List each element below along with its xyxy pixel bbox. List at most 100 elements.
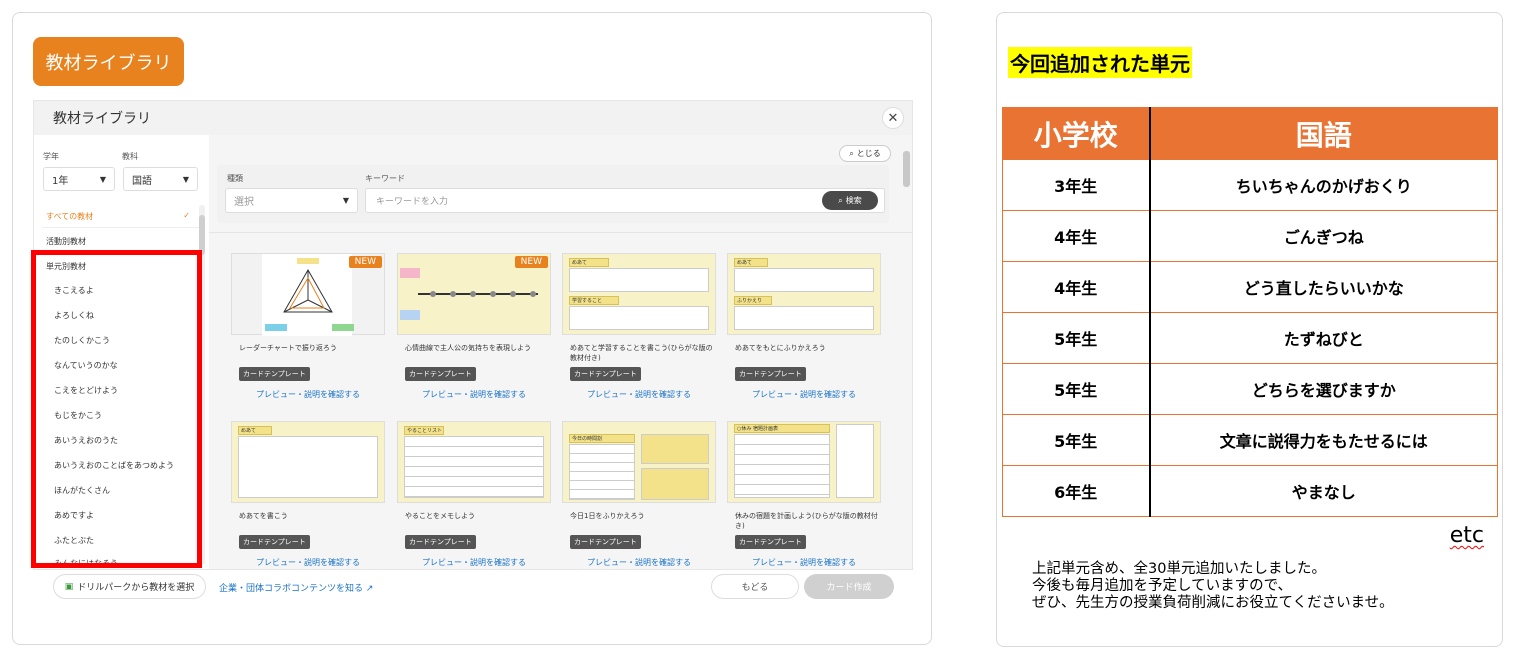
card-reflection[interactable]: めあて ふりかえり めあてをもとにふりかえろう カードテンプレート プレビュー・… xyxy=(727,253,881,403)
library-badge[interactable]: 教材ライブラリ xyxy=(33,37,184,86)
card-preview-link[interactable]: プレビュー・説明を確認する xyxy=(562,557,716,568)
card-thumbnail: ○休み 宿題計画表 xyxy=(727,421,881,503)
card-thumbnail: NEW xyxy=(397,253,551,335)
new-badge: NEW xyxy=(514,256,548,268)
search-button[interactable]: ⌕ 検索 xyxy=(822,191,878,210)
divider xyxy=(209,232,912,233)
table-row: 6年生 やまなし xyxy=(1002,465,1498,517)
table-row: 4年生 どう直したらいいかな xyxy=(1002,261,1498,313)
card-radar[interactable]: NEW レーダーチャートで振り返ろう カードテンプレート プレビュー・説明を確認… xyxy=(231,253,385,403)
card-preview-link[interactable]: プレビュー・説明を確認する xyxy=(727,557,881,568)
search-icon: ⌕ xyxy=(838,195,843,205)
grade-cell: 4年生 xyxy=(1002,210,1151,262)
new-badge: NEW xyxy=(348,256,382,268)
thumb-box xyxy=(734,306,874,330)
type-select[interactable]: 選択 ▼ xyxy=(225,188,358,213)
card-tag: カードテンプレート xyxy=(570,367,641,381)
card-preview-link[interactable]: プレビュー・説明を確認する xyxy=(562,389,716,400)
collapse-button[interactable]: ⌕ とじる xyxy=(839,145,891,162)
card-title: 休みの宿題を計画しよう(ひらがな版の教材付き) xyxy=(735,512,878,530)
thumb-box xyxy=(569,444,635,500)
check-icon: ✓ xyxy=(183,211,190,220)
card-preview-link[interactable]: プレビュー・説明を確認する xyxy=(397,389,551,400)
table-header-school: 小学校 xyxy=(1002,107,1151,160)
chevron-down-icon: ▼ xyxy=(342,196,349,205)
card-holiday-homework[interactable]: ○休み 宿題計画表 休みの宿題を計画しよう(ひらがな版の教材付き) カードテンプ… xyxy=(727,421,881,569)
card-tag: カードテンプレート xyxy=(239,367,310,381)
card-thumbnail: 今日の時間割 xyxy=(562,421,716,503)
grade-value: 1年 xyxy=(52,175,69,187)
drill-park-button[interactable]: ▣ ドリルパークから教材を選択 xyxy=(53,574,206,599)
thumb-box xyxy=(641,434,709,464)
card-preview-link[interactable]: プレビュー・説明を確認する xyxy=(397,557,551,568)
grade-cell: 3年生 xyxy=(1002,159,1151,211)
menu-all-label: すべての教材 xyxy=(46,212,94,221)
thumb-box xyxy=(734,434,830,498)
search-area: 種類 キーワード 選択 ▼ キーワードを入力 ⌕ 検索 xyxy=(217,165,889,223)
collab-label: 企業・団体コラボコンテンツを知る xyxy=(219,584,364,594)
card-tag: カードテンプレート xyxy=(570,535,641,549)
unit-cell: どう直したらいいかな xyxy=(1149,261,1498,313)
grade-cell: 5年生 xyxy=(1002,363,1151,415)
keyword-input[interactable]: キーワードを入力 xyxy=(365,188,885,213)
thumb-header: ○休み 宿題計画表 xyxy=(734,424,830,433)
main-scrollbar-thumb[interactable] xyxy=(903,151,910,187)
card-tag: カードテンプレート xyxy=(735,535,806,549)
card-todo-memo[interactable]: やることリスト やることをメモしよう カードテンプレート プレビュー・説明を確認… xyxy=(397,421,551,569)
search-button-label: 検索 xyxy=(845,196,862,205)
card-title: 心情曲線で主人公の気持ちを表現しよう xyxy=(405,344,531,352)
note-line: 上記単元含め、全30単元追加いたしました。 xyxy=(1032,561,1326,577)
table-row: 3年生 ちいちゃんのかげおくり xyxy=(1002,159,1498,211)
divider xyxy=(42,227,202,228)
thumb-box xyxy=(569,268,709,292)
thumb-box xyxy=(404,436,544,498)
card-thumbnail: めあて ふりかえり xyxy=(727,253,881,335)
grade-cell: 5年生 xyxy=(1002,414,1151,466)
modal-title: 教材ライブラリ xyxy=(53,111,151,127)
card-title: やることをメモしよう xyxy=(405,512,475,520)
card-today-reflection[interactable]: 今日の時間割 今日1日をふりかえろう カードテンプレート プレビュー・説明を確認… xyxy=(562,421,716,569)
thumb-header: やることリスト xyxy=(404,426,444,435)
thumb-header: めあて xyxy=(734,258,768,267)
card-preview-link[interactable]: プレビュー・説明を確認する xyxy=(727,389,881,400)
chevron-down-icon: ▼ xyxy=(182,175,189,184)
grade-cell: 4年生 xyxy=(1002,261,1151,313)
card-write-goal[interactable]: めあて めあてを書こう カードテンプレート プレビュー・説明を確認する xyxy=(231,421,385,569)
menu-all-materials[interactable]: すべての教材 ✓ xyxy=(34,211,204,222)
card-emotion-curve[interactable]: NEW 心情曲線で主人公の気持ちを表現しよう カードテンプレート プレビュー・説… xyxy=(397,253,551,403)
card-tag: カードテンプレート xyxy=(735,367,806,381)
thumb-header: 今日の時間割 xyxy=(569,434,635,443)
keyword-label: キーワード xyxy=(365,174,405,183)
card-thumbnail: やることリスト xyxy=(397,421,551,503)
list-icon: ▣ xyxy=(64,581,74,592)
right-panel: 今回追加された単元 小学校 国語 3年生 ちいちゃんのかげおくり 4年生 ごんぎつね… xyxy=(996,12,1503,647)
card-preview-link[interactable]: プレビュー・説明を確認する xyxy=(231,389,385,400)
menu-activity-materials[interactable]: 活動別教材 xyxy=(34,236,204,247)
chevron-down-icon: ▼ xyxy=(99,175,106,184)
grade-select[interactable]: 1年 ▼ xyxy=(43,167,115,191)
card-title: 今日1日をふりかえろう xyxy=(570,512,645,520)
card-thumbnail: めあて 学習すること xyxy=(562,253,716,335)
card-preview-link[interactable]: プレビュー・説明を確認する xyxy=(231,557,385,568)
subject-select[interactable]: 国語 ▼ xyxy=(123,167,198,191)
collapse-label: とじる xyxy=(856,149,881,158)
type-label: 種類 xyxy=(227,174,243,183)
collab-link[interactable]: 企業・団体コラボコンテンツを知る ↗ xyxy=(219,581,373,594)
create-card-button[interactable]: カード作成 xyxy=(804,574,894,599)
search-icon: ⌕ xyxy=(849,148,854,158)
card-meate-learning[interactable]: めあて 学習すること めあてと学習することを書こう(ひらがな版の教材付き) カー… xyxy=(562,253,716,403)
close-icon[interactable]: ✕ xyxy=(882,107,904,129)
table-row: 4年生 ごんぎつね xyxy=(1002,210,1498,262)
left-panel: 教材ライブラリ 教材ライブラリ ✕ 学年 教科 1年 ▼ 国語 ▼ すべての教材… xyxy=(12,12,932,645)
back-button[interactable]: もどる xyxy=(711,574,799,599)
grade-label: 学年 xyxy=(43,152,59,161)
table-row: 5年生 たずねびと xyxy=(1002,312,1498,364)
thumb-box xyxy=(569,306,709,330)
unit-cell: やまなし xyxy=(1149,465,1498,517)
unit-cell: どちらを選びますか xyxy=(1149,363,1498,415)
table-header-row: 小学校 国語 xyxy=(1002,107,1498,160)
table-row: 5年生 どちらを選びますか xyxy=(1002,363,1498,415)
added-units-title: 今回追加された単元 xyxy=(1008,47,1192,78)
sidebar-scrollbar-thumb[interactable] xyxy=(199,215,205,255)
note-text: 上記単元含め、全30単元追加いたしました。 今後も毎月追加を予定していますので、… xyxy=(1032,561,1394,612)
